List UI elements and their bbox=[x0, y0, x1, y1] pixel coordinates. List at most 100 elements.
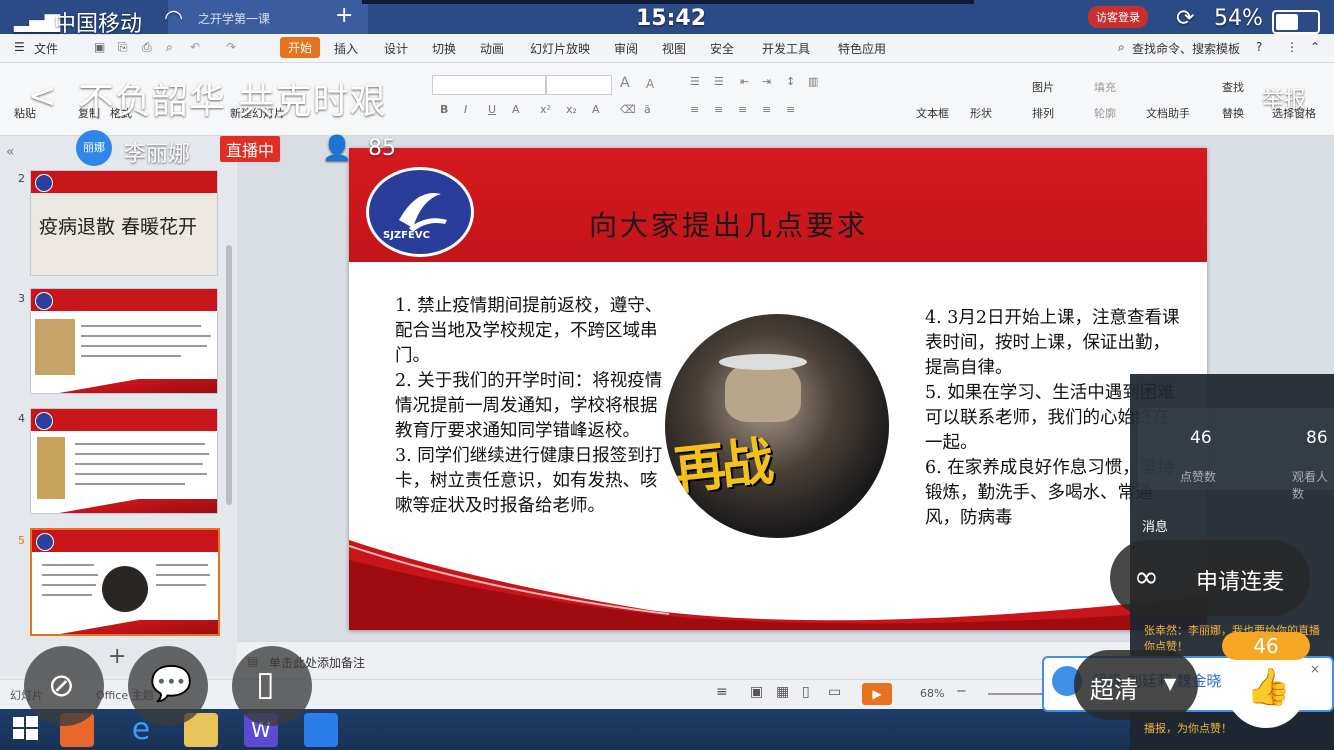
font-color-icon[interactable]: A bbox=[512, 103, 520, 116]
thumb-logo bbox=[35, 174, 53, 192]
play-button[interactable]: ▶ bbox=[862, 683, 892, 705]
line-spacing-icon[interactable]: ↕ bbox=[786, 75, 795, 88]
clipboard-button[interactable]: ▯ bbox=[232, 646, 312, 726]
rotation-lock-icon: ⟳ bbox=[1176, 6, 1195, 31]
zoom-level: 68% bbox=[920, 687, 945, 700]
find-button[interactable]: 查找 bbox=[1222, 79, 1244, 95]
like-count-badge: 46 bbox=[1222, 632, 1310, 660]
indent-icon[interactable]: ⇥ bbox=[762, 75, 771, 88]
shrink-font-icon[interactable]: A bbox=[646, 77, 654, 91]
thumb-text-line bbox=[156, 584, 206, 586]
menu-view[interactable]: 视图 bbox=[662, 40, 686, 57]
windows-start-icon[interactable] bbox=[10, 713, 44, 747]
back-chevron-icon[interactable]: < bbox=[28, 76, 57, 116]
menu-security[interactable]: 安全 bbox=[710, 40, 734, 57]
align-right-icon[interactable]: ≡ bbox=[738, 103, 747, 116]
superscript-icon[interactable]: x² bbox=[540, 103, 551, 116]
italic-icon[interactable]: I bbox=[464, 103, 467, 116]
comment-button[interactable]: 💬 bbox=[128, 646, 208, 726]
align-left-icon[interactable]: ≡ bbox=[690, 103, 699, 116]
menu-animation[interactable]: 动画 bbox=[480, 40, 504, 57]
font-name-select[interactable] bbox=[432, 75, 546, 95]
undo-icon[interactable]: ↶ bbox=[190, 40, 200, 54]
likes-label: 点赞数 bbox=[1180, 470, 1217, 484]
clear-format-icon[interactable]: ⌫ bbox=[620, 103, 636, 116]
underline-icon[interactable]: U bbox=[488, 103, 496, 116]
host-avatar[interactable]: 丽娜 bbox=[76, 130, 112, 166]
thumb-text-line bbox=[42, 574, 98, 576]
bullets-icon[interactable]: ☰ bbox=[690, 75, 700, 88]
battery-percent: 54% bbox=[1214, 6, 1263, 31]
thumbnail-slide-3[interactable] bbox=[30, 288, 218, 394]
fill-button[interactable]: 填充 bbox=[1094, 79, 1116, 95]
thumb-text-line bbox=[75, 443, 205, 445]
calendar-app-icon[interactable] bbox=[304, 713, 338, 747]
sorter-view-icon[interactable]: ▦ bbox=[776, 684, 789, 700]
normal-view-icon[interactable]: ▣ bbox=[750, 684, 763, 700]
request-mic-button[interactable]: ∞ 申请连麦 bbox=[1110, 540, 1310, 616]
picture-button[interactable]: 图片 bbox=[1032, 79, 1054, 95]
doc-assistant-button[interactable]: 文档助手 bbox=[1146, 105, 1190, 121]
comment-icon: 💬 bbox=[150, 664, 193, 704]
notes-toggle-icon[interactable]: ≡ bbox=[716, 684, 728, 700]
add-slide-button[interactable]: + bbox=[108, 644, 126, 669]
preview-icon[interactable]: ⌕ bbox=[166, 40, 173, 55]
help-icon[interactable]: ? bbox=[1256, 40, 1262, 54]
save-icon[interactable]: ▣ bbox=[94, 40, 105, 54]
clipboard-icon: ▯ bbox=[256, 664, 275, 704]
char-spacing-icon[interactable]: A bbox=[592, 103, 600, 116]
subscript-icon[interactable]: x₂ bbox=[566, 103, 577, 116]
thumb-header bbox=[31, 289, 217, 311]
menu-transition[interactable]: 切换 bbox=[432, 40, 456, 57]
grow-font-icon[interactable]: A bbox=[620, 75, 630, 91]
collapse-pane-icon[interactable]: « bbox=[6, 144, 15, 160]
zoom-slider[interactable] bbox=[988, 693, 1048, 695]
reading-view-icon[interactable]: ▯ bbox=[802, 684, 810, 700]
thumbnail-scrollbar[interactable] bbox=[226, 245, 232, 505]
menu-start[interactable]: 开始 bbox=[280, 37, 321, 58]
menu-review[interactable]: 审阅 bbox=[614, 40, 638, 57]
distribute-icon[interactable]: ≡ bbox=[786, 103, 795, 116]
menu-slideshow[interactable]: 幻灯片放映 bbox=[530, 40, 590, 57]
command-search[interactable]: 查找命令、搜索模板 bbox=[1132, 40, 1240, 57]
menu-design[interactable]: 设计 bbox=[384, 40, 408, 57]
menu-features[interactable]: 特色应用 bbox=[838, 40, 886, 57]
bold-icon[interactable]: B bbox=[440, 103, 448, 116]
redo-icon[interactable]: ↷ bbox=[226, 40, 236, 54]
quality-button[interactable]: 超清 ▼ bbox=[1074, 650, 1198, 720]
slide[interactable]: SJZFEVC 向大家提出几点要求 1. 禁止疫情期间提前返校，遵守、配合当地及… bbox=[349, 148, 1207, 630]
like-button[interactable]: 👍 bbox=[1226, 648, 1306, 728]
outline-button[interactable]: 轮廓 bbox=[1094, 105, 1116, 121]
link-icon: ∞ bbox=[1134, 560, 1159, 595]
thumbnail-slide-4[interactable] bbox=[30, 408, 218, 514]
print-icon[interactable]: ⎙ bbox=[142, 40, 152, 55]
menu-developer[interactable]: 开发工具 bbox=[762, 40, 810, 57]
menu-insert[interactable]: 插入 bbox=[334, 40, 358, 57]
more-icon[interactable]: ⋮ bbox=[1286, 40, 1298, 54]
font-size-select[interactable] bbox=[546, 75, 612, 95]
align-center-icon[interactable]: ≡ bbox=[714, 103, 723, 116]
outdent-icon[interactable]: ⇤ bbox=[740, 75, 749, 88]
thumbnail-slide-2[interactable]: 疫病退散 春暖花开 bbox=[30, 170, 218, 276]
slideshow-view-icon[interactable]: ▭ bbox=[828, 684, 841, 700]
zoom-out-icon[interactable]: − bbox=[956, 684, 967, 699]
report-button[interactable]: 举报 bbox=[1262, 82, 1306, 114]
chat-message: 播报，为你点赞！ bbox=[1144, 722, 1232, 735]
hamburger-icon[interactable]: ☰ bbox=[14, 40, 25, 54]
text-effect-icon[interactable]: ā bbox=[644, 103, 651, 116]
columns-icon[interactable]: ▥ bbox=[808, 75, 818, 88]
shape-button[interactable]: 形状 bbox=[970, 105, 992, 121]
close-banner-icon[interactable]: × bbox=[1310, 662, 1320, 676]
thumb-wave bbox=[31, 379, 217, 393]
justify-icon[interactable]: ≡ bbox=[762, 103, 771, 116]
textbox-button[interactable]: 文本框 bbox=[916, 105, 949, 121]
export-icon[interactable]: ⎘ bbox=[118, 40, 128, 55]
replace-button[interactable]: 替换 bbox=[1222, 105, 1244, 121]
screen-off-button[interactable]: ⊘ bbox=[24, 646, 104, 726]
numbering-icon[interactable]: ☰ bbox=[714, 75, 724, 88]
chevron-down-icon: ▼ bbox=[1164, 674, 1177, 693]
thumbnail-slide-5-selected[interactable] bbox=[30, 528, 220, 636]
arrange-button[interactable]: 排列 bbox=[1032, 105, 1054, 121]
collapse-icon[interactable]: ⌃ bbox=[1310, 40, 1320, 54]
menu-file[interactable]: 文件 bbox=[34, 40, 58, 57]
